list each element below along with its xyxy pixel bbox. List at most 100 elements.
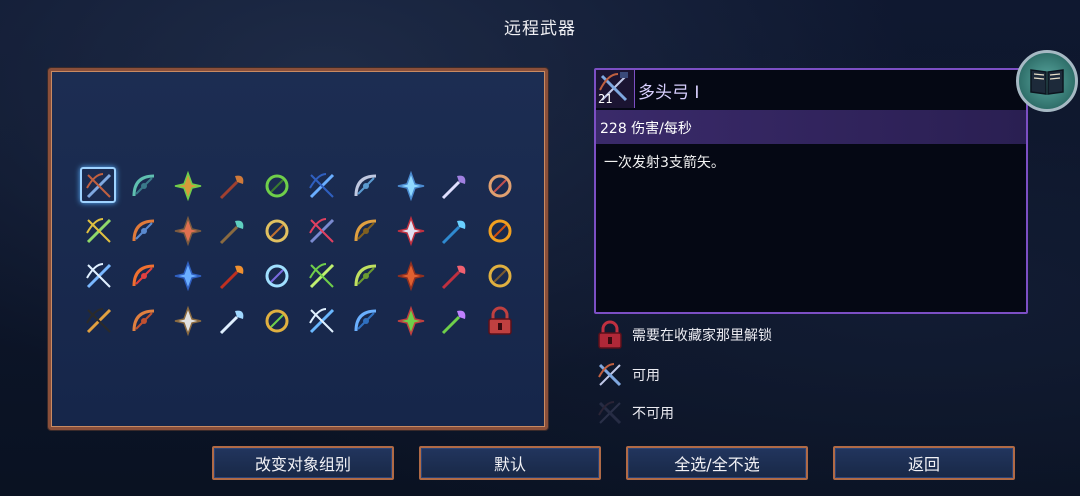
weapon-slot[interactable]: [433, 253, 477, 298]
weapon-slot[interactable]: [478, 298, 522, 343]
weapon-slot[interactable]: [389, 253, 433, 298]
lantern-icon: [265, 309, 289, 332]
weapon-slot[interactable]: [433, 298, 477, 343]
weapon-slot[interactable]: [433, 208, 477, 253]
crossbow-available-icon: [598, 363, 622, 387]
acid-blast-icon: [308, 262, 334, 288]
weapon-slot[interactable]: [344, 163, 388, 208]
weapon-slot[interactable]: [255, 298, 299, 343]
magic-wand-icon: [354, 264, 377, 286]
legend-unavailable: 不可用: [596, 398, 674, 428]
legend-locked-label: 需要在收藏家那里解锁: [632, 328, 772, 344]
weapon-slot[interactable]: [389, 208, 433, 253]
weapon-slot[interactable]: [211, 163, 255, 208]
weapon-slot[interactable]: [389, 163, 433, 208]
weapon-slot[interactable]: [389, 298, 433, 343]
selected-weapon-icon: 21: [596, 70, 635, 108]
weapon-slot[interactable]: [77, 298, 121, 343]
spike-turret-icon: [86, 217, 112, 243]
lightning-bolt-icon: [174, 260, 202, 291]
recurve-bow-icon: [132, 309, 154, 331]
legend-locked: 需要在收藏家那里解锁: [596, 320, 772, 350]
fire-bow-icon: [219, 175, 243, 199]
weapon-slot[interactable]: [300, 163, 344, 208]
weapon-slot[interactable]: [77, 253, 121, 298]
weapon-slot[interactable]: [478, 253, 522, 298]
throwing-pickaxe-icon: [174, 215, 202, 246]
weapon-slot[interactable]: [211, 253, 255, 298]
weapon-slot[interactable]: [300, 253, 344, 298]
ice-crystal-icon: [265, 264, 289, 287]
weapon-description: 一次发射3支箭矢。: [604, 155, 725, 171]
boomerang-icon: [132, 219, 154, 241]
fire-brand-icon: [219, 265, 243, 289]
weapon-slot[interactable]: [166, 253, 210, 298]
select-all-button[interactable]: 全选/全不选: [626, 446, 808, 480]
vine-whip-icon: [397, 305, 424, 336]
weapon-slot[interactable]: [255, 253, 299, 298]
lock-icon: [598, 320, 622, 349]
weapon-slot[interactable]: [433, 163, 477, 208]
nature-bow-icon: [265, 174, 289, 197]
hunter-bow-icon: [488, 264, 511, 287]
weapon-slot[interactable]: [122, 163, 166, 208]
ice-shards-icon: [86, 262, 112, 288]
legend-available-label: 可用: [632, 368, 660, 384]
fire-blast-icon: [132, 264, 154, 286]
weapon-grid-panel: [48, 68, 548, 430]
cross-shuriken-icon: [308, 307, 334, 333]
change-group-button[interactable]: 改变对象组别: [212, 446, 394, 480]
spear-icon: [397, 215, 424, 246]
weapon-slot[interactable]: [255, 208, 299, 253]
weapon-name: 多头弓 I: [638, 83, 700, 103]
weapon-stat-bar: 228 伤害/每秒: [596, 110, 1026, 144]
weapon-slot[interactable]: [77, 163, 121, 208]
throwing-axe-icon: [219, 220, 243, 244]
weapon-slot[interactable]: [211, 208, 255, 253]
weapon-grid: [77, 163, 521, 343]
legend-unavailable-label: 不可用: [632, 406, 674, 422]
gilded-crossbow-icon: [308, 217, 334, 243]
card-deck-icon: [441, 265, 466, 289]
weapon-slot[interactable]: [122, 208, 166, 253]
poison-bow-icon: [174, 170, 202, 201]
multiple-nocks-bow-icon: [86, 172, 112, 198]
weapon-slot[interactable]: [300, 298, 344, 343]
weapon-slot[interactable]: [166, 163, 210, 208]
weapon-slot[interactable]: [166, 208, 210, 253]
weapon-slot[interactable]: [300, 208, 344, 253]
eye-orb-icon: [441, 310, 466, 334]
weapon-slot[interactable]: [344, 298, 388, 343]
weapon-slot[interactable]: [166, 298, 210, 343]
repeater-crossbow-icon: [354, 174, 377, 196]
weapon-dps: 228 伤害/每秒: [600, 121, 692, 137]
infantry-bow-icon: [488, 174, 511, 197]
fire-claw-icon: [397, 260, 424, 291]
legend-available: 可用: [596, 360, 660, 390]
ice-bow-icon: [308, 172, 334, 198]
weapon-slot[interactable]: [478, 163, 522, 208]
ice-crossbow-icon: [397, 170, 424, 201]
weapon-slot[interactable]: [122, 298, 166, 343]
heavy-crossbow-icon: [132, 174, 154, 196]
cleaver-icon: [174, 305, 202, 336]
bomb-bag-icon: [86, 307, 112, 333]
weapon-slot[interactable]: [478, 208, 522, 253]
ice-hook-icon: [219, 310, 243, 334]
gold-bow-icon: [354, 219, 377, 241]
weapon-slot[interactable]: [211, 298, 255, 343]
page-title: 远程武器: [504, 19, 576, 39]
default-button[interactable]: 默认: [419, 446, 601, 480]
locked-weapon-icon: [487, 306, 512, 335]
throwing-knife-icon: [265, 219, 289, 242]
weapon-slot[interactable]: [255, 163, 299, 208]
weapon-slot[interactable]: [344, 253, 388, 298]
back-button[interactable]: 返回: [833, 446, 1015, 480]
magic-bow-icon: [441, 175, 466, 199]
book-icon[interactable]: [1016, 50, 1078, 112]
crossbow-unavailable-icon: [598, 401, 622, 425]
weapon-slot[interactable]: [344, 208, 388, 253]
weapon-slot[interactable]: [122, 253, 166, 298]
weapon-slot[interactable]: [77, 208, 121, 253]
weapon-count: 21: [598, 92, 613, 106]
